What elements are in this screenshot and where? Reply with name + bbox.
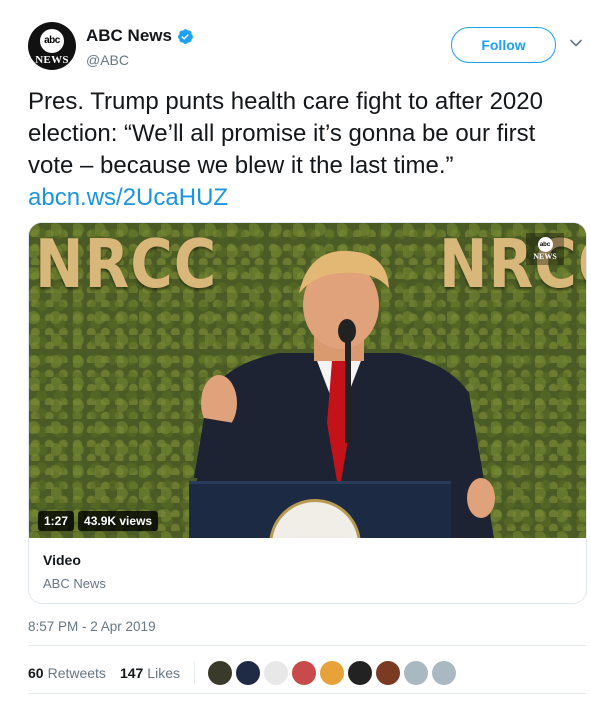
retweets-label[interactable]: Retweets <box>48 665 106 681</box>
verified-badge-icon <box>178 28 193 44</box>
watermark-abc: abc <box>537 237 553 252</box>
account-name[interactable]: ABC News <box>86 26 172 46</box>
account-handle[interactable]: @ABC <box>86 52 129 68</box>
liker-avatar[interactable] <box>402 660 429 686</box>
chevron-down-icon[interactable] <box>569 36 583 50</box>
avatar-news-label: NEWS <box>35 53 69 66</box>
stats-separator <box>193 662 195 684</box>
video-player[interactable]: NRCC NRCC abc NEWS <box>29 223 586 538</box>
account-avatar[interactable]: abc NEWS <box>28 22 76 70</box>
tweet-timestamp[interactable]: 8:57 PM - 2 Apr 2019 <box>28 619 156 634</box>
liker-avatar[interactable] <box>346 660 373 686</box>
tweet-stats: 60 Retweets 147 Likes <box>28 660 457 686</box>
divider <box>28 693 587 694</box>
divider <box>28 645 587 646</box>
tweet-text: Pres. Trump punts health care fight to a… <box>28 86 568 214</box>
liker-avatar[interactable] <box>206 660 233 686</box>
liker-avatar[interactable] <box>290 660 317 686</box>
card-title: Video <box>43 552 81 568</box>
tweet-link[interactable]: abcn.ws/2UcaHUZ <box>28 184 228 211</box>
watermark-news: NEWS <box>533 252 557 261</box>
liker-avatar[interactable] <box>318 660 345 686</box>
video-badges: 1:27 43.9K views <box>38 511 159 531</box>
retweets-count[interactable]: 60 <box>28 665 44 681</box>
liker-avatar[interactable] <box>262 660 289 686</box>
card-info[interactable]: Video ABC News <box>29 538 586 603</box>
liker-avatar[interactable] <box>374 660 401 686</box>
abc-news-watermark: abc NEWS <box>526 233 564 265</box>
follow-button[interactable]: Follow <box>451 27 556 63</box>
liker-avatar[interactable] <box>430 660 457 686</box>
account-name-row[interactable]: ABC News <box>86 26 194 46</box>
likes-count[interactable]: 147 <box>120 665 143 681</box>
card-source: ABC News <box>43 576 106 591</box>
video-views: 43.9K views <box>78 511 159 531</box>
tweet-header: abc NEWS ABC News @ABC Follow <box>28 22 582 72</box>
tweet-body: Pres. Trump punts health care fight to a… <box>28 88 543 179</box>
likes-label[interactable]: Likes <box>147 665 180 681</box>
liker-avatars <box>206 660 457 686</box>
video-card[interactable]: NRCC NRCC abc NEWS <box>28 222 587 604</box>
liker-avatar[interactable] <box>234 660 261 686</box>
video-duration: 1:27 <box>38 511 75 531</box>
avatar-abc-logo: abc <box>40 28 64 53</box>
